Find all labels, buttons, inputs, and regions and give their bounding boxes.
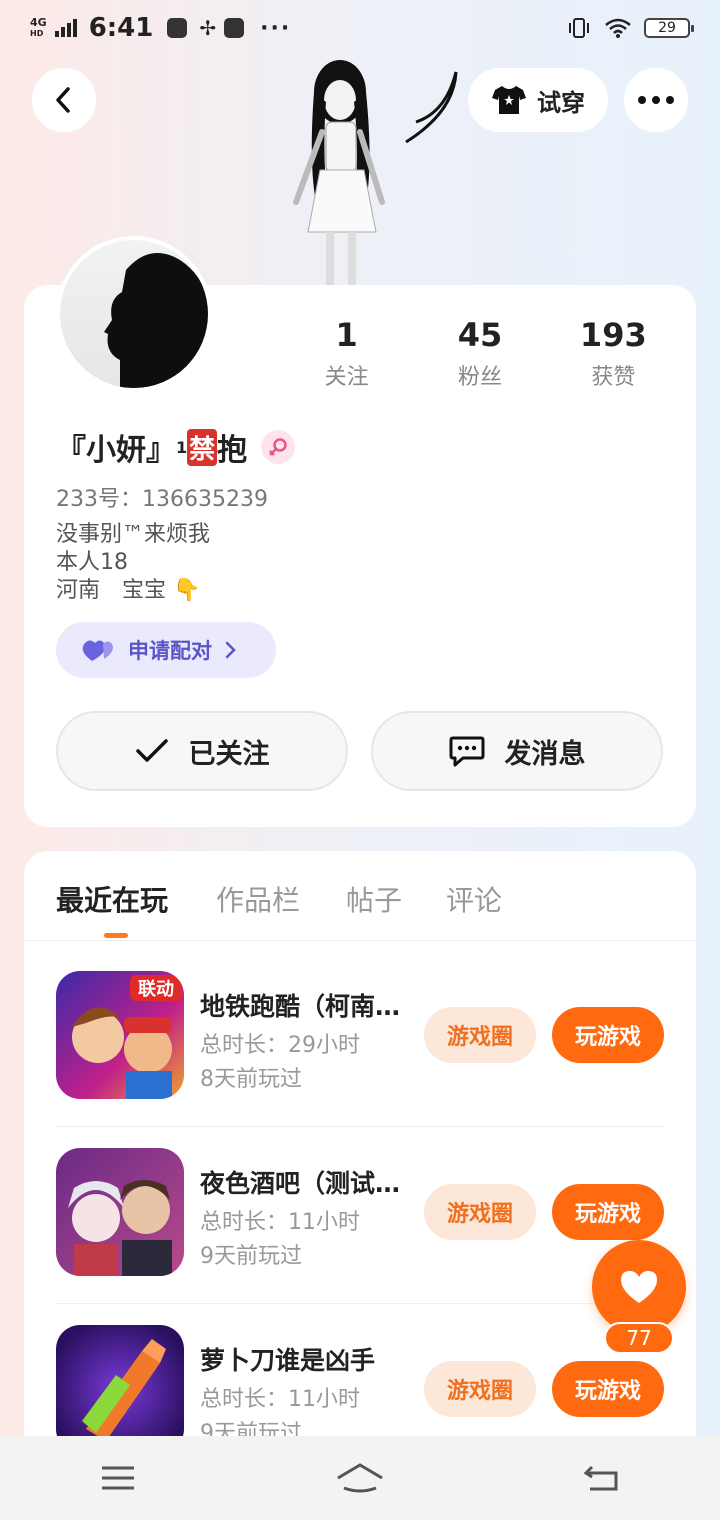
network-indicator: 4G HD (30, 16, 47, 38)
tab-works[interactable]: 作品栏 (216, 879, 300, 919)
home-icon[interactable] (336, 1462, 384, 1494)
hearts-icon (82, 640, 113, 661)
play-game-button[interactable]: 玩游戏 (552, 1361, 664, 1417)
game-duration: 总时长：29小时 (200, 1033, 360, 1058)
game-icon-night-bar[interactable] (56, 1148, 184, 1276)
more-notifications-icon: ··· (260, 15, 292, 41)
followed-button[interactable]: 已关注 (56, 711, 348, 791)
game-duration: 总时长：11小时 (200, 1210, 360, 1235)
like-count-badge: 77 (604, 1322, 674, 1354)
game-icon-subway-surfers[interactable]: 联动 (56, 971, 184, 1099)
game-last-played: 9天前玩过 (200, 1244, 302, 1269)
avatar-figure-image (293, 60, 458, 288)
play-game-button[interactable]: 玩游戏 (552, 1007, 664, 1063)
bio-line: 没事别™来烦我 (56, 522, 211, 547)
back-button[interactable] (32, 68, 96, 132)
wifi-icon (605, 18, 631, 38)
tab-comments[interactable]: 评论 (446, 879, 502, 919)
try-on-button[interactable]: 试穿 (468, 68, 608, 132)
game-circle-button[interactable]: 游戏圈 (424, 1361, 536, 1417)
game-row[interactable]: 夜色酒吧（测试服） 总时长：11小时 9天前玩过 游戏圈 玩游戏 (56, 1128, 664, 1304)
bio-line: 河南 宝宝 👇 (56, 578, 201, 603)
shirt-icon (492, 86, 526, 114)
like-button[interactable] (592, 1240, 686, 1334)
chevron-right-icon (225, 641, 236, 659)
back-nav-icon[interactable] (584, 1463, 620, 1493)
chat-bubble-icon (449, 736, 484, 767)
ban-emoji-icon: 禁 (187, 428, 218, 466)
chevron-left-icon (56, 87, 70, 113)
status-time: 6:41 (88, 13, 154, 43)
tab-recent-play[interactable]: 最近在玩 (56, 879, 168, 919)
user-avatar[interactable] (56, 236, 212, 392)
more-options-button[interactable] (624, 68, 688, 132)
game-title: 萝卜刀谁是凶手 (200, 1346, 376, 1375)
tab-posts[interactable]: 帖子 (346, 879, 402, 919)
recent-games-card: 最近在玩 作品栏 帖子 评论 联动 地铁跑酷（柯南联动） 总时长：29小时 8天… (24, 851, 696, 1471)
stat-likes[interactable]: 193 获赞 (547, 313, 680, 391)
more-dots-icon (638, 96, 674, 104)
send-message-button[interactable]: 发消息 (371, 711, 663, 791)
bio-line: 本人18 (56, 550, 128, 575)
female-gender-icon (261, 430, 296, 464)
media-notification-icon (224, 18, 245, 38)
heart-icon (621, 1271, 657, 1303)
bio: 没事别™来烦我 本人18 河南 宝宝 👇 (56, 521, 210, 605)
status-bar: 4G HD 6:41 ✢ ··· 29 (0, 0, 720, 56)
game-title: 夜色酒吧（测试服） (200, 1169, 410, 1198)
battery-indicator: 29 (644, 18, 694, 38)
svg-text:联动: 联动 (138, 979, 174, 1000)
game-row[interactable]: 联动 地铁跑酷（柯南联动） 总时长：29小时 8天前玩过 游戏圈 玩游戏 (56, 951, 664, 1127)
vibrate-icon (569, 18, 589, 38)
avatar-silhouette-image (104, 253, 208, 388)
game-duration: 总时长：11小时 (200, 1387, 360, 1412)
stat-fans[interactable]: 45 粉丝 (413, 313, 546, 391)
try-on-label: 试穿 (537, 88, 585, 117)
signal-icon (54, 19, 77, 37)
system-nav-bar (0, 1436, 720, 1520)
username: 『小妍』 1 禁 抱 (56, 425, 296, 469)
game-title: 地铁跑酷（柯南联动） (200, 992, 410, 1021)
play-game-button[interactable]: 玩游戏 (552, 1184, 664, 1240)
apply-match-button[interactable]: 申请配对 (56, 622, 276, 678)
user-id: 233号：136635239 (56, 487, 268, 512)
check-icon (135, 739, 168, 762)
profile-tabs: 最近在玩 作品栏 帖子 评论 (24, 851, 696, 941)
stats-row: 1 关注 45 粉丝 193 获赞 (280, 313, 680, 391)
message-notification-icon (167, 18, 188, 38)
game-last-played: 8天前玩过 (200, 1067, 302, 1092)
game-circle-button[interactable]: 游戏圈 (424, 1184, 536, 1240)
menu-icon[interactable] (100, 1464, 136, 1492)
game-circle-button[interactable]: 游戏圈 (424, 1007, 536, 1063)
tab-active-indicator (104, 933, 128, 938)
fan-notification-icon: ✢ (199, 16, 217, 40)
game-icon-carrot-knife[interactable] (56, 1325, 184, 1453)
stat-following[interactable]: 1 关注 (280, 313, 413, 391)
